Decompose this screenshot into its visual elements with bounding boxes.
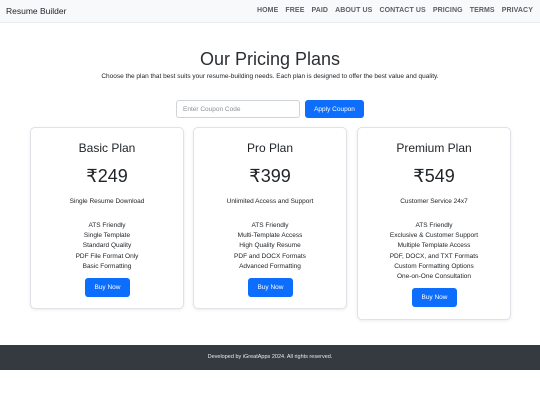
plan-card-pro: Pro Plan ₹399 Unlimited Access and Suppo… xyxy=(193,127,347,309)
buy-now-button-basic[interactable]: Buy Now xyxy=(85,278,130,297)
plan-features: ATS Friendly Exclusive & Customer Suppor… xyxy=(358,221,510,282)
plan-name: Pro Plan xyxy=(246,141,294,155)
feature-item: ATS Friendly xyxy=(415,222,453,229)
brand-link[interactable]: Resume Builder xyxy=(6,6,66,16)
feature-item: Multiple Template Access xyxy=(397,242,471,250)
footer: Developed by iGreatApps 2024. All rights… xyxy=(0,345,540,370)
nav-link-terms[interactable]: TERMS xyxy=(470,7,495,14)
plan-price: ₹399 xyxy=(249,166,291,186)
plan-tagline: Customer Service 24x7 xyxy=(400,198,468,205)
feature-item: PDF and DOCX Formats xyxy=(234,252,306,260)
nav-links: HOME FREE PAID ABOUT US CONTACT US PRICI… xyxy=(257,7,533,14)
navbar: Resume Builder HOME FREE PAID ABOUT US C… xyxy=(0,0,540,23)
nav-link-pricing[interactable]: PRICING xyxy=(433,7,463,14)
buy-now-button-pro[interactable]: Buy Now xyxy=(248,278,293,297)
feature-item: Custom Formatting Options xyxy=(394,262,474,270)
feature-item: ATS Friendly xyxy=(88,222,126,229)
feature-item: One-on-One Consultation xyxy=(396,273,472,281)
plan-price: ₹249 xyxy=(86,166,128,186)
feature-item: Multi-Template Access xyxy=(237,232,303,240)
feature-item: PDF File Format Only xyxy=(75,252,139,260)
plan-price: ₹549 xyxy=(413,166,455,186)
plan-name: Premium Plan xyxy=(396,141,472,155)
plan-tagline: Unlimited Access and Support xyxy=(226,198,314,205)
feature-item: Exclusive & Customer Support xyxy=(389,232,479,240)
nav-link-home[interactable]: HOME xyxy=(257,7,278,14)
feature-item: Single Template xyxy=(83,232,131,240)
plan-card-premium: Premium Plan ₹549 Customer Service 24x7 … xyxy=(357,127,511,320)
feature-item: High Quality Resume xyxy=(239,242,301,250)
feature-item: Basic Formatting xyxy=(82,262,132,270)
nav-link-free[interactable]: FREE xyxy=(285,7,304,14)
feature-item: PDF, DOCX, and TXT Formats xyxy=(389,252,479,260)
nav-link-about[interactable]: ABOUT US xyxy=(335,7,372,14)
nav-link-privacy[interactable]: PRIVACY xyxy=(502,7,533,14)
buy-now-button-premium[interactable]: Buy Now xyxy=(412,288,457,307)
page-title: Our Pricing Plans xyxy=(199,49,341,69)
footer-text: Developed by iGreatApps 2024. All rights… xyxy=(207,354,333,360)
plan-features: ATS Friendly Multi-Template Access High … xyxy=(194,221,346,272)
coupon-input[interactable] xyxy=(176,100,300,118)
nav-link-paid[interactable]: PAID xyxy=(311,7,328,14)
nav-link-contact[interactable]: CONTACT US xyxy=(379,7,425,14)
plan-name: Basic Plan xyxy=(78,141,136,155)
plan-card-basic: Basic Plan ₹249 Single Resume Download A… xyxy=(30,127,184,309)
apply-coupon-button[interactable]: Apply Coupon xyxy=(305,100,364,118)
feature-item: ATS Friendly xyxy=(251,222,289,229)
feature-item: Standard Quality xyxy=(82,242,132,250)
feature-item: Advanced Formatting xyxy=(239,262,301,270)
plan-features: ATS Friendly Single Template Standard Qu… xyxy=(31,221,183,272)
plan-tagline: Single Resume Download xyxy=(69,198,145,205)
page-subtitle: Choose the plan that best suits your res… xyxy=(101,73,439,80)
